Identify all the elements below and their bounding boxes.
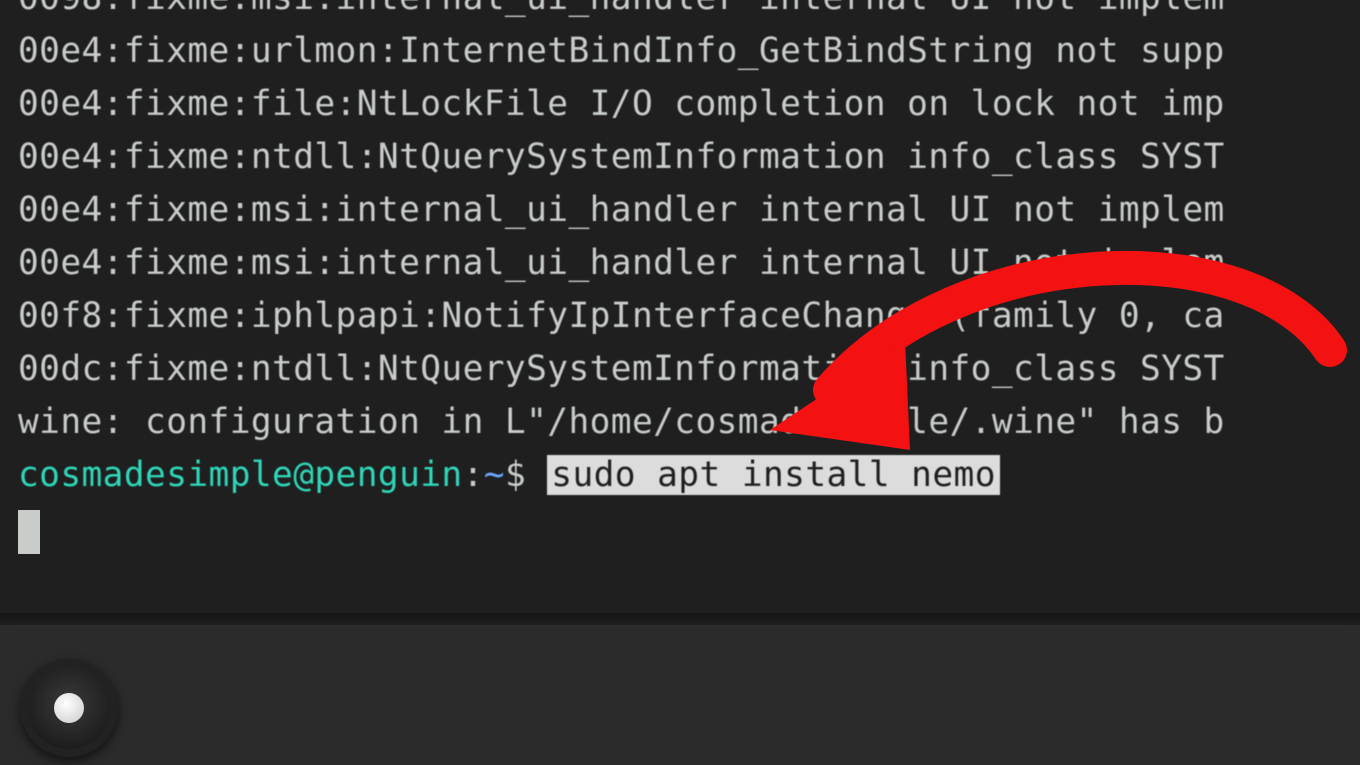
prompt-separator: : (463, 455, 484, 495)
terminal-window[interactable]: 0098:fixme:msi:internal_ui_handler inter… (0, 0, 1360, 625)
terminal-line: 00e4:fixme:file:NtLockFile I/O completio… (18, 78, 1360, 131)
app-launcher-button[interactable] (20, 659, 118, 757)
launcher-icon (54, 693, 84, 723)
terminal-line: 00dc:fixme:ntdll:NtQuerySystemInformatio… (18, 343, 1360, 396)
terminal-line: wine: configuration in L"/home/cosmadesi… (18, 396, 1360, 449)
typed-command[interactable]: sudo apt install nemo (547, 455, 1000, 495)
prompt-user-host: cosmadesimple@penguin (18, 455, 463, 495)
terminal-line: 00e4:fixme:ntdll:NtQuerySystemInformatio… (18, 131, 1360, 184)
prompt-dollar: $ (505, 455, 547, 495)
terminal-line: 0098:fixme:msi:internal_ui_handler inter… (18, 0, 1360, 25)
terminal-line: 00e4:fixme:msi:internal_ui_handler inter… (18, 237, 1360, 290)
system-shelf (0, 625, 1360, 765)
terminal-line: 00e4:fixme:urlmon:InternetBindInfo_GetBi… (18, 25, 1360, 78)
terminal-line: 00f8:fixme:iphlpapi:NotifyIpInterfaceCha… (18, 290, 1360, 343)
terminal-prompt-line[interactable]: cosmadesimple@penguin:~$ sudo apt instal… (18, 449, 1360, 502)
terminal-output: 0098:fixme:msi:internal_ui_handler inter… (18, 0, 1360, 502)
terminal-cursor (18, 510, 40, 554)
prompt-path: ~ (484, 455, 505, 495)
terminal-line: 00e4:fixme:msi:internal_ui_handler inter… (18, 184, 1360, 237)
